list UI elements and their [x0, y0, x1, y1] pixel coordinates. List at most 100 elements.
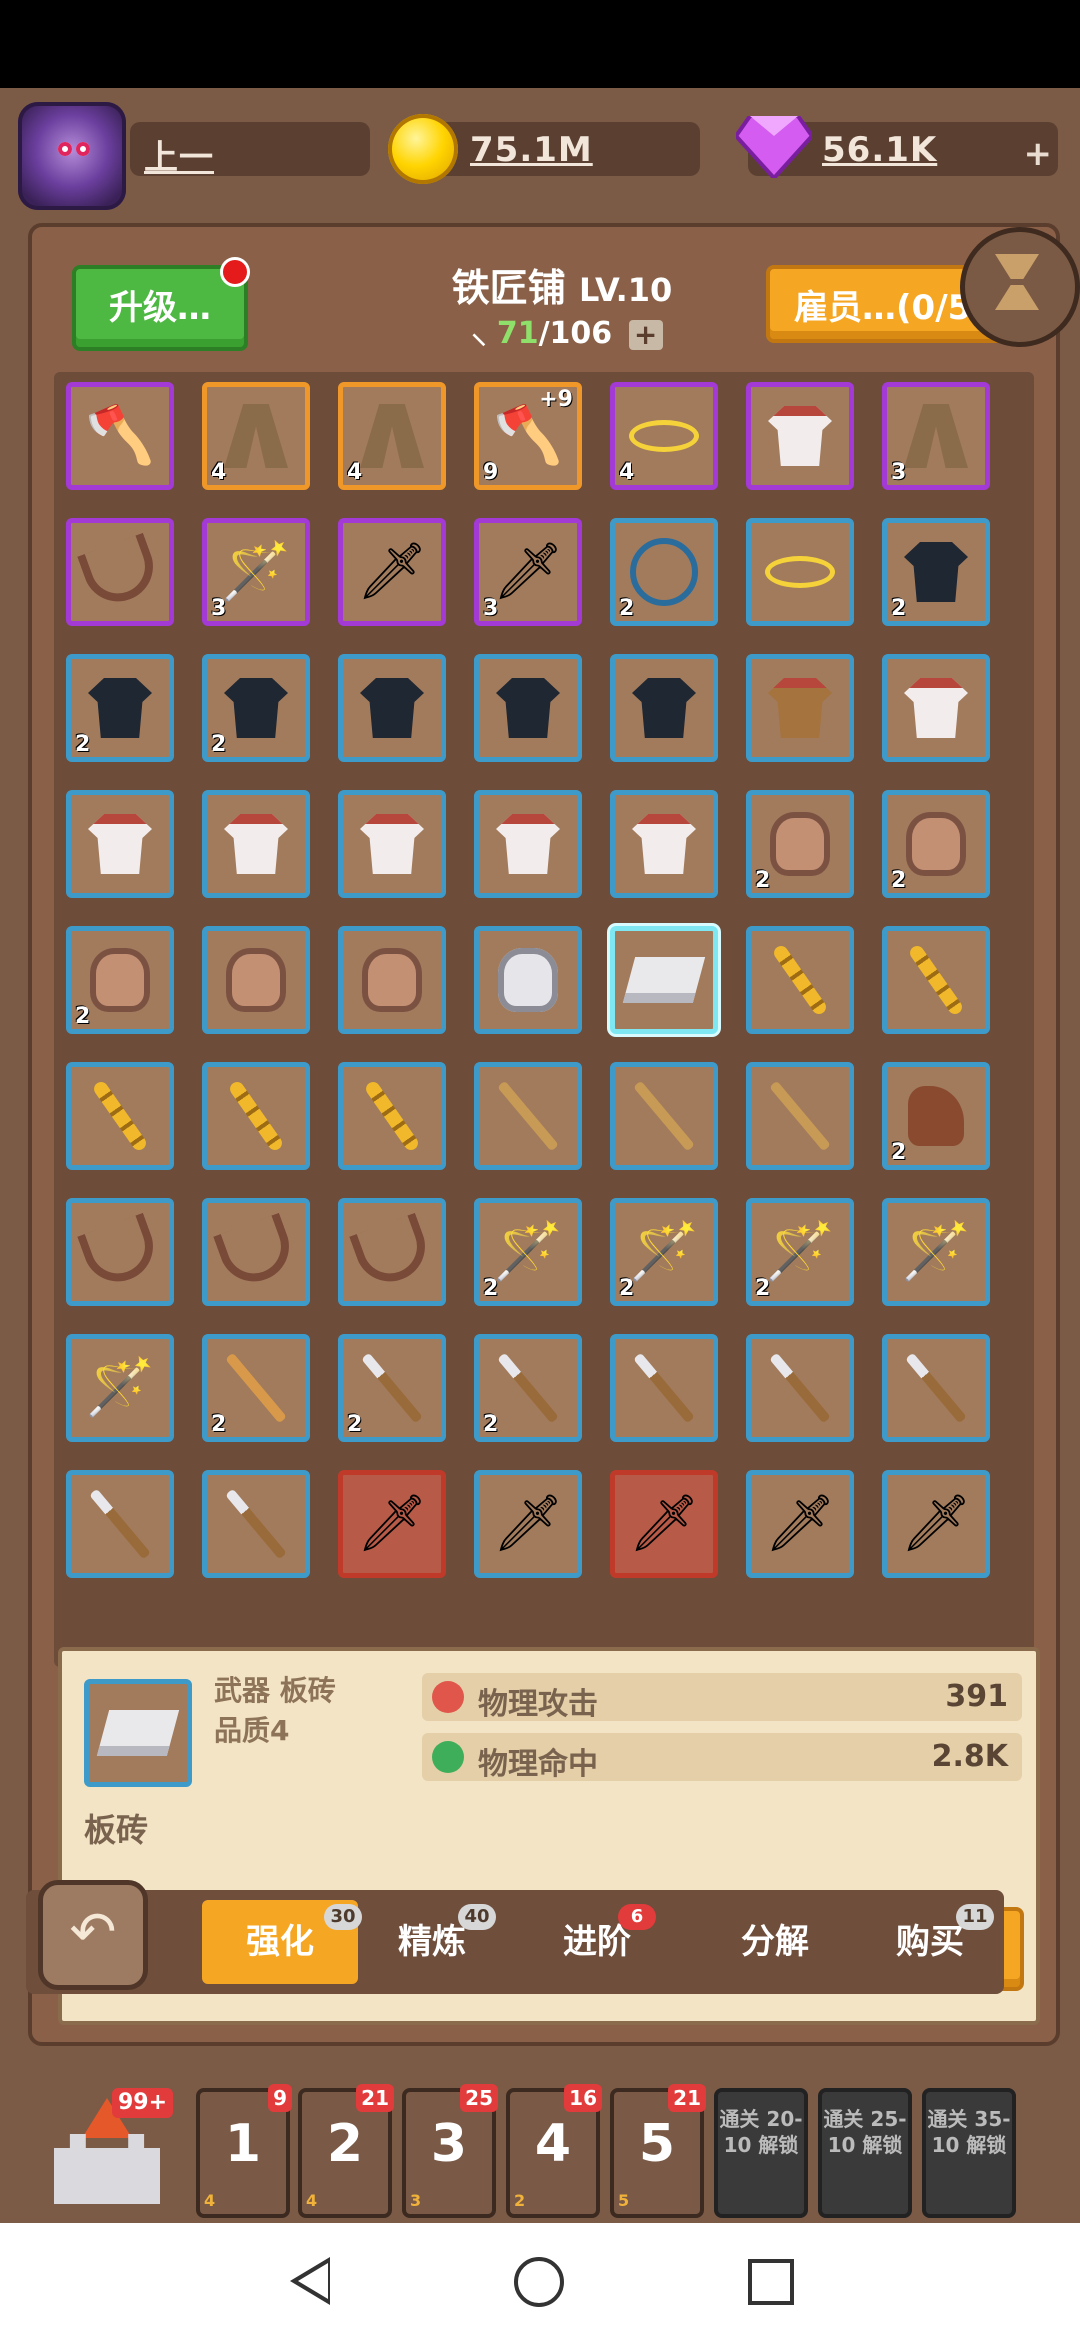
- inventory-slot[interactable]: 2: [882, 518, 990, 626]
- castle-icon[interactable]: 99+: [48, 2088, 174, 2208]
- inventory-slot[interactable]: [610, 1334, 718, 1442]
- stage-locked[interactable]: 通关 20-10 解锁: [714, 2088, 808, 2218]
- inventory-slot[interactable]: 2: [66, 654, 174, 762]
- inventory-slot[interactable]: 🪄 3: [202, 518, 310, 626]
- inventory-slot[interactable]: 🗡 3: [474, 518, 582, 626]
- add-capacity-button[interactable]: +: [628, 319, 663, 350]
- inventory-slot[interactable]: 4: [338, 382, 446, 490]
- inventory-slot[interactable]: 🪄: [882, 1198, 990, 1306]
- inventory-slot[interactable]: [202, 1198, 310, 1306]
- purple-gem-icon: [736, 116, 812, 178]
- inventory-slot[interactable]: [746, 382, 854, 490]
- stick-icon: [765, 1080, 835, 1152]
- inventory-slot[interactable]: 🪄 2: [746, 1198, 854, 1306]
- inventory-slot[interactable]: 🪄: [66, 1334, 174, 1442]
- inventory-slot[interactable]: 2: [202, 1334, 310, 1442]
- inventory-slot[interactable]: [66, 1470, 174, 1578]
- inventory-slot[interactable]: 2: [746, 790, 854, 898]
- inventory-slot[interactable]: [882, 926, 990, 1034]
- inventory-slot[interactable]: 🗡: [338, 518, 446, 626]
- inventory-slot[interactable]: 2: [882, 1062, 990, 1170]
- inventory-slot[interactable]: 3: [882, 382, 990, 490]
- back-arrow-icon[interactable]: ↶: [38, 1880, 148, 1990]
- stage-slot[interactable]: 19 4: [196, 2084, 292, 2218]
- tab-refine[interactable]: 精炼 40: [372, 1900, 496, 1984]
- inventory-slot[interactable]: [66, 790, 174, 898]
- inventory-slot[interactable]: 4: [202, 382, 310, 490]
- inventory-slot[interactable]: 2: [338, 1334, 446, 1442]
- inventory-slot[interactable]: [66, 1198, 174, 1306]
- sword-icon: 🗡: [764, 1491, 836, 1556]
- inventory-slot[interactable]: [338, 790, 446, 898]
- inventory-slot[interactable]: [746, 1334, 854, 1442]
- shirt-icon: [85, 809, 155, 879]
- nav-recent-icon[interactable]: [748, 2259, 794, 2305]
- silver-armor-icon: [493, 945, 563, 1015]
- tab-advance[interactable]: 进阶 6: [542, 1900, 656, 1984]
- chest-count: 5: [618, 2191, 630, 2210]
- inventory-slot[interactable]: [202, 1470, 310, 1578]
- inventory-slot[interactable]: [610, 790, 718, 898]
- tab-strengthen[interactable]: 强化 30: [202, 1900, 362, 1984]
- tab-badge: 30: [324, 1904, 362, 1930]
- stage-slot[interactable]: 4 16 2: [506, 2084, 602, 2218]
- stat-value: 391: [945, 1679, 1008, 1714]
- forge-name: 铁匠铺: [451, 266, 566, 310]
- inventory-slot[interactable]: [474, 654, 582, 762]
- dark-shirt-icon: [629, 673, 699, 743]
- inventory-slot[interactable]: [746, 518, 854, 626]
- inventory-slot[interactable]: 🗡: [882, 1470, 990, 1578]
- inventory-slot[interactable]: 2: [474, 1334, 582, 1442]
- stage-locked[interactable]: 通关 35-10 解锁: [922, 2088, 1016, 2218]
- inventory-slot[interactable]: [746, 654, 854, 762]
- inventory-slot[interactable]: 2: [66, 926, 174, 1034]
- stage-locked[interactable]: 通关 25-10 解锁: [818, 2088, 912, 2218]
- inventory-slot[interactable]: [338, 654, 446, 762]
- inventory-slot[interactable]: [610, 1062, 718, 1170]
- inventory-slot[interactable]: [66, 518, 174, 626]
- inventory-slot[interactable]: [882, 1334, 990, 1442]
- stage-slot[interactable]: 3 25 3: [402, 2084, 498, 2218]
- tab-label: 分解: [741, 1922, 809, 1962]
- inventory-slot[interactable]: 2: [882, 790, 990, 898]
- inventory-slot[interactable]: [202, 926, 310, 1034]
- hourglass-icon[interactable]: [960, 227, 1080, 347]
- inventory-slot[interactable]: [338, 1062, 446, 1170]
- inventory-slot[interactable]: [474, 1062, 582, 1170]
- inventory-slot[interactable]: [338, 926, 446, 1034]
- item-count: 3: [891, 460, 907, 485]
- tab-buy[interactable]: 购买 11: [870, 1900, 994, 1984]
- inventory-slot[interactable]: [746, 1062, 854, 1170]
- player-name: 上一: [144, 138, 214, 178]
- nav-back-icon[interactable]: [290, 2257, 330, 2305]
- inventory-slot[interactable]: [746, 926, 854, 1034]
- inventory-slot[interactable]: 🪄 2: [474, 1198, 582, 1306]
- nav-home-icon[interactable]: [514, 2257, 564, 2307]
- inventory-slot[interactable]: 2: [202, 654, 310, 762]
- inventory-slot[interactable]: [66, 1062, 174, 1170]
- inventory-slot[interactable]: 🗡: [338, 1470, 446, 1578]
- inventory-slot[interactable]: [202, 790, 310, 898]
- inventory-slot[interactable]: [610, 654, 718, 762]
- inventory-slot[interactable]: 2: [610, 518, 718, 626]
- inventory-slot[interactable]: 🪓 9 +9: [474, 382, 582, 490]
- inventory-slot[interactable]: 🗡: [474, 1470, 582, 1578]
- spear-icon: [493, 1352, 563, 1424]
- inventory-slot[interactable]: 🪄 2: [610, 1198, 718, 1306]
- inventory-slot[interactable]: [474, 790, 582, 898]
- tab-dismantle[interactable]: 分解: [720, 1900, 830, 1984]
- inventory-slot[interactable]: 4: [610, 382, 718, 490]
- inventory-slot[interactable]: [474, 926, 582, 1034]
- inventory-slot[interactable]: [882, 654, 990, 762]
- stage-slot[interactable]: 5 21 5: [610, 2084, 706, 2218]
- stage-slot[interactable]: 2 21 4: [298, 2084, 394, 2218]
- inventory-slot[interactable]: [610, 926, 718, 1034]
- player-name-pill[interactable]: 上一: [130, 122, 370, 178]
- inventory-slot[interactable]: [202, 1062, 310, 1170]
- add-gems-button[interactable]: +: [1024, 134, 1053, 174]
- inventory-slot[interactable]: 🪓: [66, 382, 174, 490]
- inventory-slot[interactable]: [338, 1198, 446, 1306]
- inventory-slot[interactable]: 🗡: [610, 1470, 718, 1578]
- inventory-slot[interactable]: 🗡: [746, 1470, 854, 1578]
- player-avatar[interactable]: [18, 102, 126, 210]
